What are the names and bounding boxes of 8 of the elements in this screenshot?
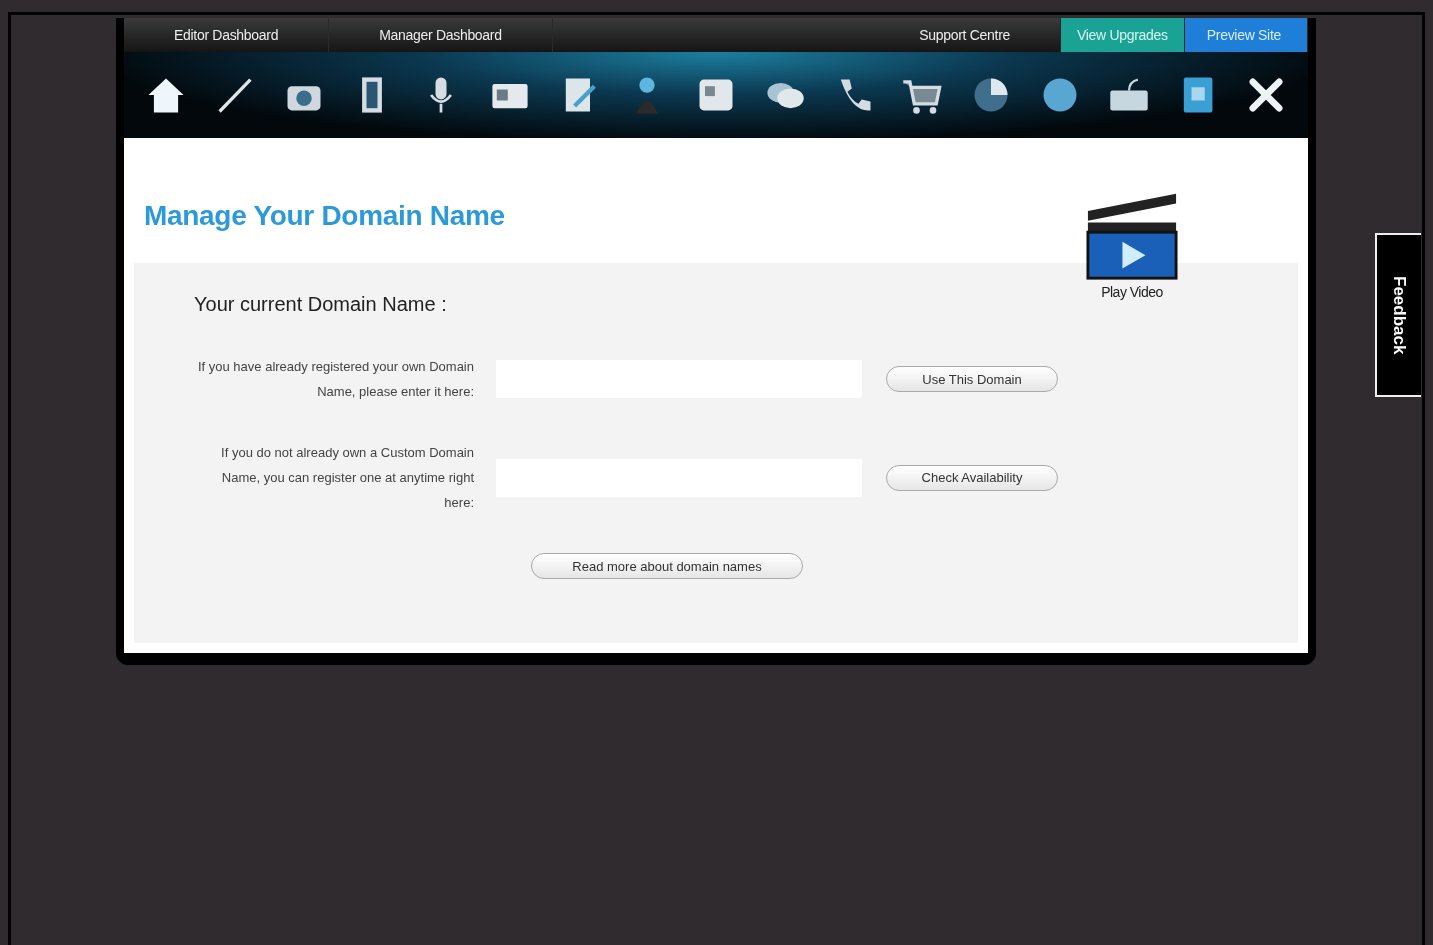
play-video-label[interactable]: Play Video [1101, 284, 1163, 300]
feedback-tab[interactable]: Feedback [1375, 233, 1421, 397]
field-description: If you do not already own a Custom Domain Name, you can register one at anytime right here: [220, 444, 474, 512]
field-description: If you have already registered your own Domain Name, please enter it here: [196, 358, 474, 401]
page-title: Manage Your Domain Name [144, 200, 505, 232]
read-more-button[interactable]: Read more about domain names [531, 553, 803, 579]
action-button[interactable]: Check Availability [886, 464, 1058, 491]
action-button[interactable]: Use This Domain [886, 366, 1058, 392]
